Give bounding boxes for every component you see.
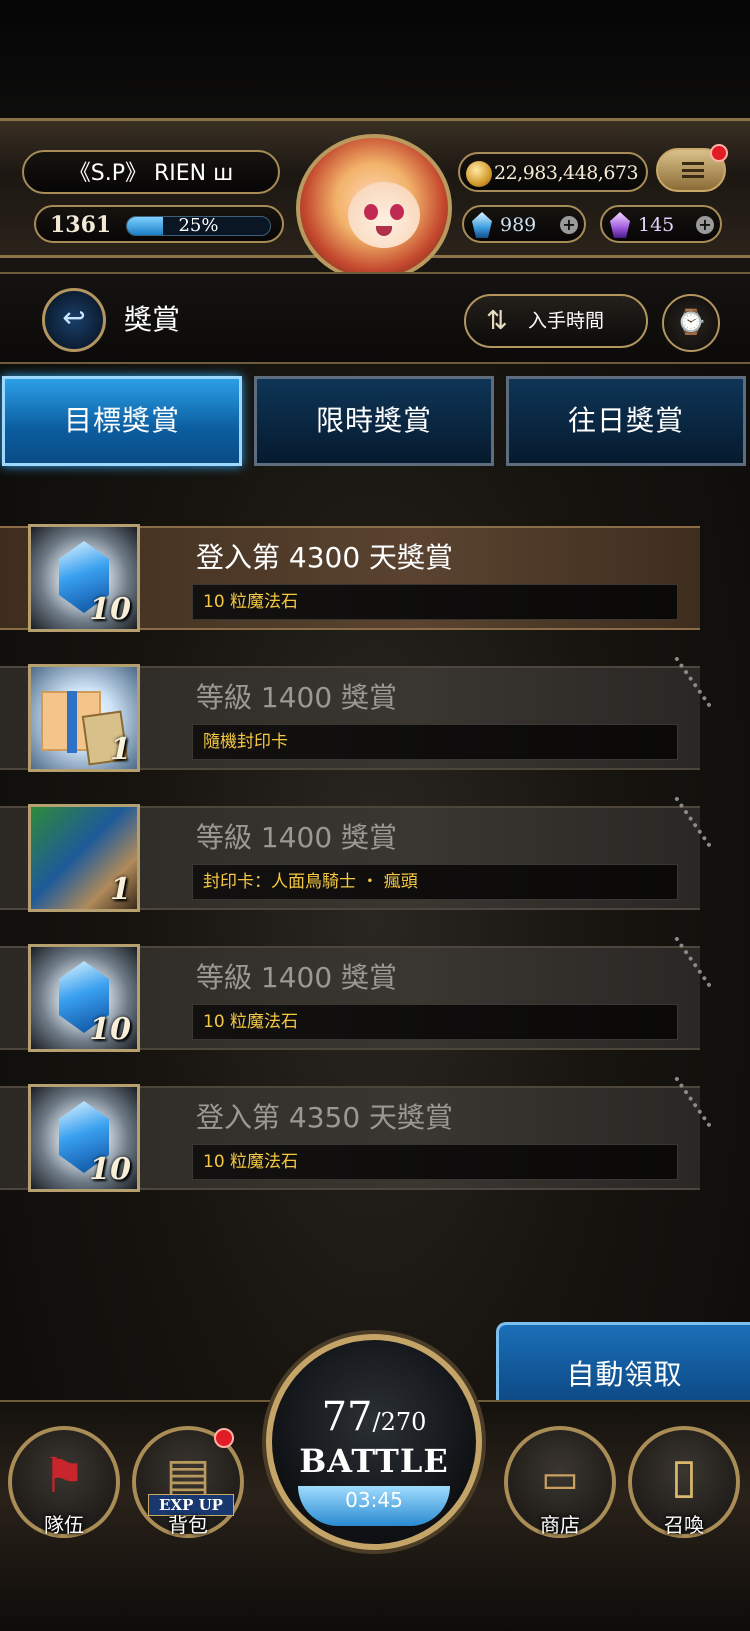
- stamina-current: 77: [321, 1394, 373, 1440]
- player-name-plate[interactable]: 《S.P》 RIEN ꟺ: [22, 150, 280, 194]
- battle-button[interactable]: 77/270 BATTLE 03:45: [266, 1334, 482, 1550]
- stamina-timer: 03:45: [345, 1488, 403, 1512]
- reward-icon-frame: 10: [28, 944, 140, 1052]
- reward-subtitle: 封印卡：人面鳥騎士 ・ 瘋頭: [203, 872, 418, 892]
- reward-item[interactable]: 1 等級 1400 獎賞 封印卡：人面鳥騎士 ・ 瘋頭: [0, 796, 712, 914]
- nav-shop-button[interactable]: ▭ 商店: [504, 1426, 616, 1538]
- tab-goal-rewards[interactable]: 目標獎賞: [2, 376, 242, 466]
- nav-summon-button[interactable]: ▯ 召喚: [628, 1426, 740, 1538]
- magic-stone-counter: 989 +: [462, 205, 586, 243]
- top-header: 《S.P》 RIEN ꟺ 1361 25% 22,983,448,673 989…: [0, 0, 750, 290]
- back-button[interactable]: [42, 288, 106, 352]
- blue-gem-icon: [472, 212, 492, 238]
- stamina-display: 77/270: [272, 1394, 476, 1440]
- purple-gem-icon: [610, 212, 630, 238]
- page-title: 獎賞: [124, 303, 181, 336]
- exp-progress-bar: 25%: [126, 216, 271, 236]
- coin-amount: 22,983,448,673: [494, 162, 639, 184]
- avatar-mouth: [376, 226, 392, 236]
- nav-summon-label: 召喚: [664, 1513, 704, 1537]
- reward-subtitle-bar: 10 粒魔法石: [192, 584, 678, 620]
- avatar-eye-right: [390, 204, 404, 220]
- reward-title: 等級 1400 獎賞: [196, 681, 398, 714]
- reward-count: 10: [89, 1012, 131, 1047]
- player-avatar[interactable]: [290, 128, 458, 288]
- avatar-face: [348, 182, 420, 248]
- reward-subtitle-bar: 隨機封印卡: [192, 724, 678, 760]
- reward-subtitle-bar: 10 粒魔法石: [192, 1004, 678, 1040]
- nav-bag-button[interactable]: ▤ EXP UP 背包: [132, 1426, 244, 1538]
- history-button[interactable]: [662, 294, 720, 352]
- reward-title: 登入第 4350 天獎賞: [196, 1101, 454, 1134]
- tab-past-rewards[interactable]: 往日獎賞: [506, 376, 746, 466]
- magic-stone-amount: 989: [500, 214, 537, 236]
- player-level-plate: 1361 25%: [34, 205, 284, 243]
- nav-team-button[interactable]: ⚑ 隊伍: [8, 1426, 120, 1538]
- reward-count: 1: [110, 872, 131, 907]
- sort-button[interactable]: ⇅ 入手時間: [464, 294, 648, 348]
- reward-title: 等級 1400 獎賞: [196, 961, 398, 994]
- reward-tabs: 目標獎賞 限時獎賞 往日獎賞: [0, 372, 750, 470]
- player-level: 1361: [50, 212, 112, 238]
- avatar-eye-left: [364, 204, 378, 220]
- summon-card-icon: ▯: [670, 1448, 698, 1504]
- reward-count: 1: [110, 732, 131, 767]
- purple-gem-amount: 145: [638, 214, 675, 236]
- tab-limited-rewards[interactable]: 限時獎賞: [254, 376, 494, 466]
- reward-subtitle: 10 粒魔法石: [203, 1152, 299, 1172]
- avatar-portrait: [296, 134, 452, 282]
- player-name: 《S.P》 RIEN ꟺ: [68, 161, 234, 186]
- nav-team-label: 隊伍: [44, 1513, 84, 1537]
- reward-subtitle: 10 粒魔法石: [203, 592, 299, 612]
- sort-arrows-icon: ⇅: [486, 306, 508, 336]
- hamburger-icon: [682, 162, 704, 178]
- reward-subtitle-bar: 10 粒魔法石: [192, 1144, 678, 1180]
- reward-subtitle-bar: 封印卡：人面鳥騎士 ・ 瘋頭: [192, 864, 678, 900]
- page-title-bar: 獎賞 ⇅ 入手時間: [0, 272, 750, 364]
- reward-item[interactable]: 1 等級 1400 獎賞 隨機封印卡: [0, 656, 712, 774]
- reward-icon-frame: 10: [28, 524, 140, 632]
- reward-item[interactable]: 10 等級 1400 獎賞 10 粒魔法石: [0, 936, 712, 1054]
- reward-count: 10: [89, 1152, 131, 1187]
- reward-item[interactable]: 10 登入第 4350 天獎賞 10 粒魔法石: [0, 1076, 712, 1194]
- stamina-max: /270: [372, 1408, 427, 1436]
- reward-subtitle: 10 粒魔法石: [203, 1012, 299, 1032]
- coin-counter: 22,983,448,673: [458, 152, 648, 192]
- coin-icon: [466, 161, 492, 187]
- shop-sign-icon: ▭: [541, 1456, 579, 1502]
- nav-shop-label: 商店: [540, 1513, 580, 1537]
- reward-title: 登入第 4300 天獎賞: [196, 541, 454, 574]
- reward-count: 10: [89, 592, 131, 627]
- notification-dot: [710, 144, 728, 162]
- notification-dot: [214, 1428, 234, 1448]
- battle-label: BATTLE: [299, 1442, 449, 1480]
- add-purple-gem-icon[interactable]: +: [696, 216, 714, 234]
- purple-gem-counter: 145 +: [600, 205, 722, 243]
- add-magic-stone-icon[interactable]: +: [560, 216, 578, 234]
- red-flag-icon: ⚑: [42, 1448, 86, 1504]
- reward-icon-frame: 10: [28, 1084, 140, 1192]
- sort-label: 入手時間: [528, 310, 605, 332]
- reward-subtitle: 隨機封印卡: [203, 732, 288, 752]
- main-menu-button[interactable]: [656, 144, 728, 192]
- reward-item[interactable]: 10 登入第 4300 天獎賞 10 粒魔法石: [0, 522, 700, 634]
- nav-bag-label: 背包: [168, 1513, 208, 1537]
- reward-title: 等級 1400 獎賞: [196, 821, 398, 854]
- exp-percent: 25%: [178, 216, 219, 236]
- reward-icon-frame: 1: [28, 804, 140, 912]
- reward-icon-frame: 1: [28, 664, 140, 772]
